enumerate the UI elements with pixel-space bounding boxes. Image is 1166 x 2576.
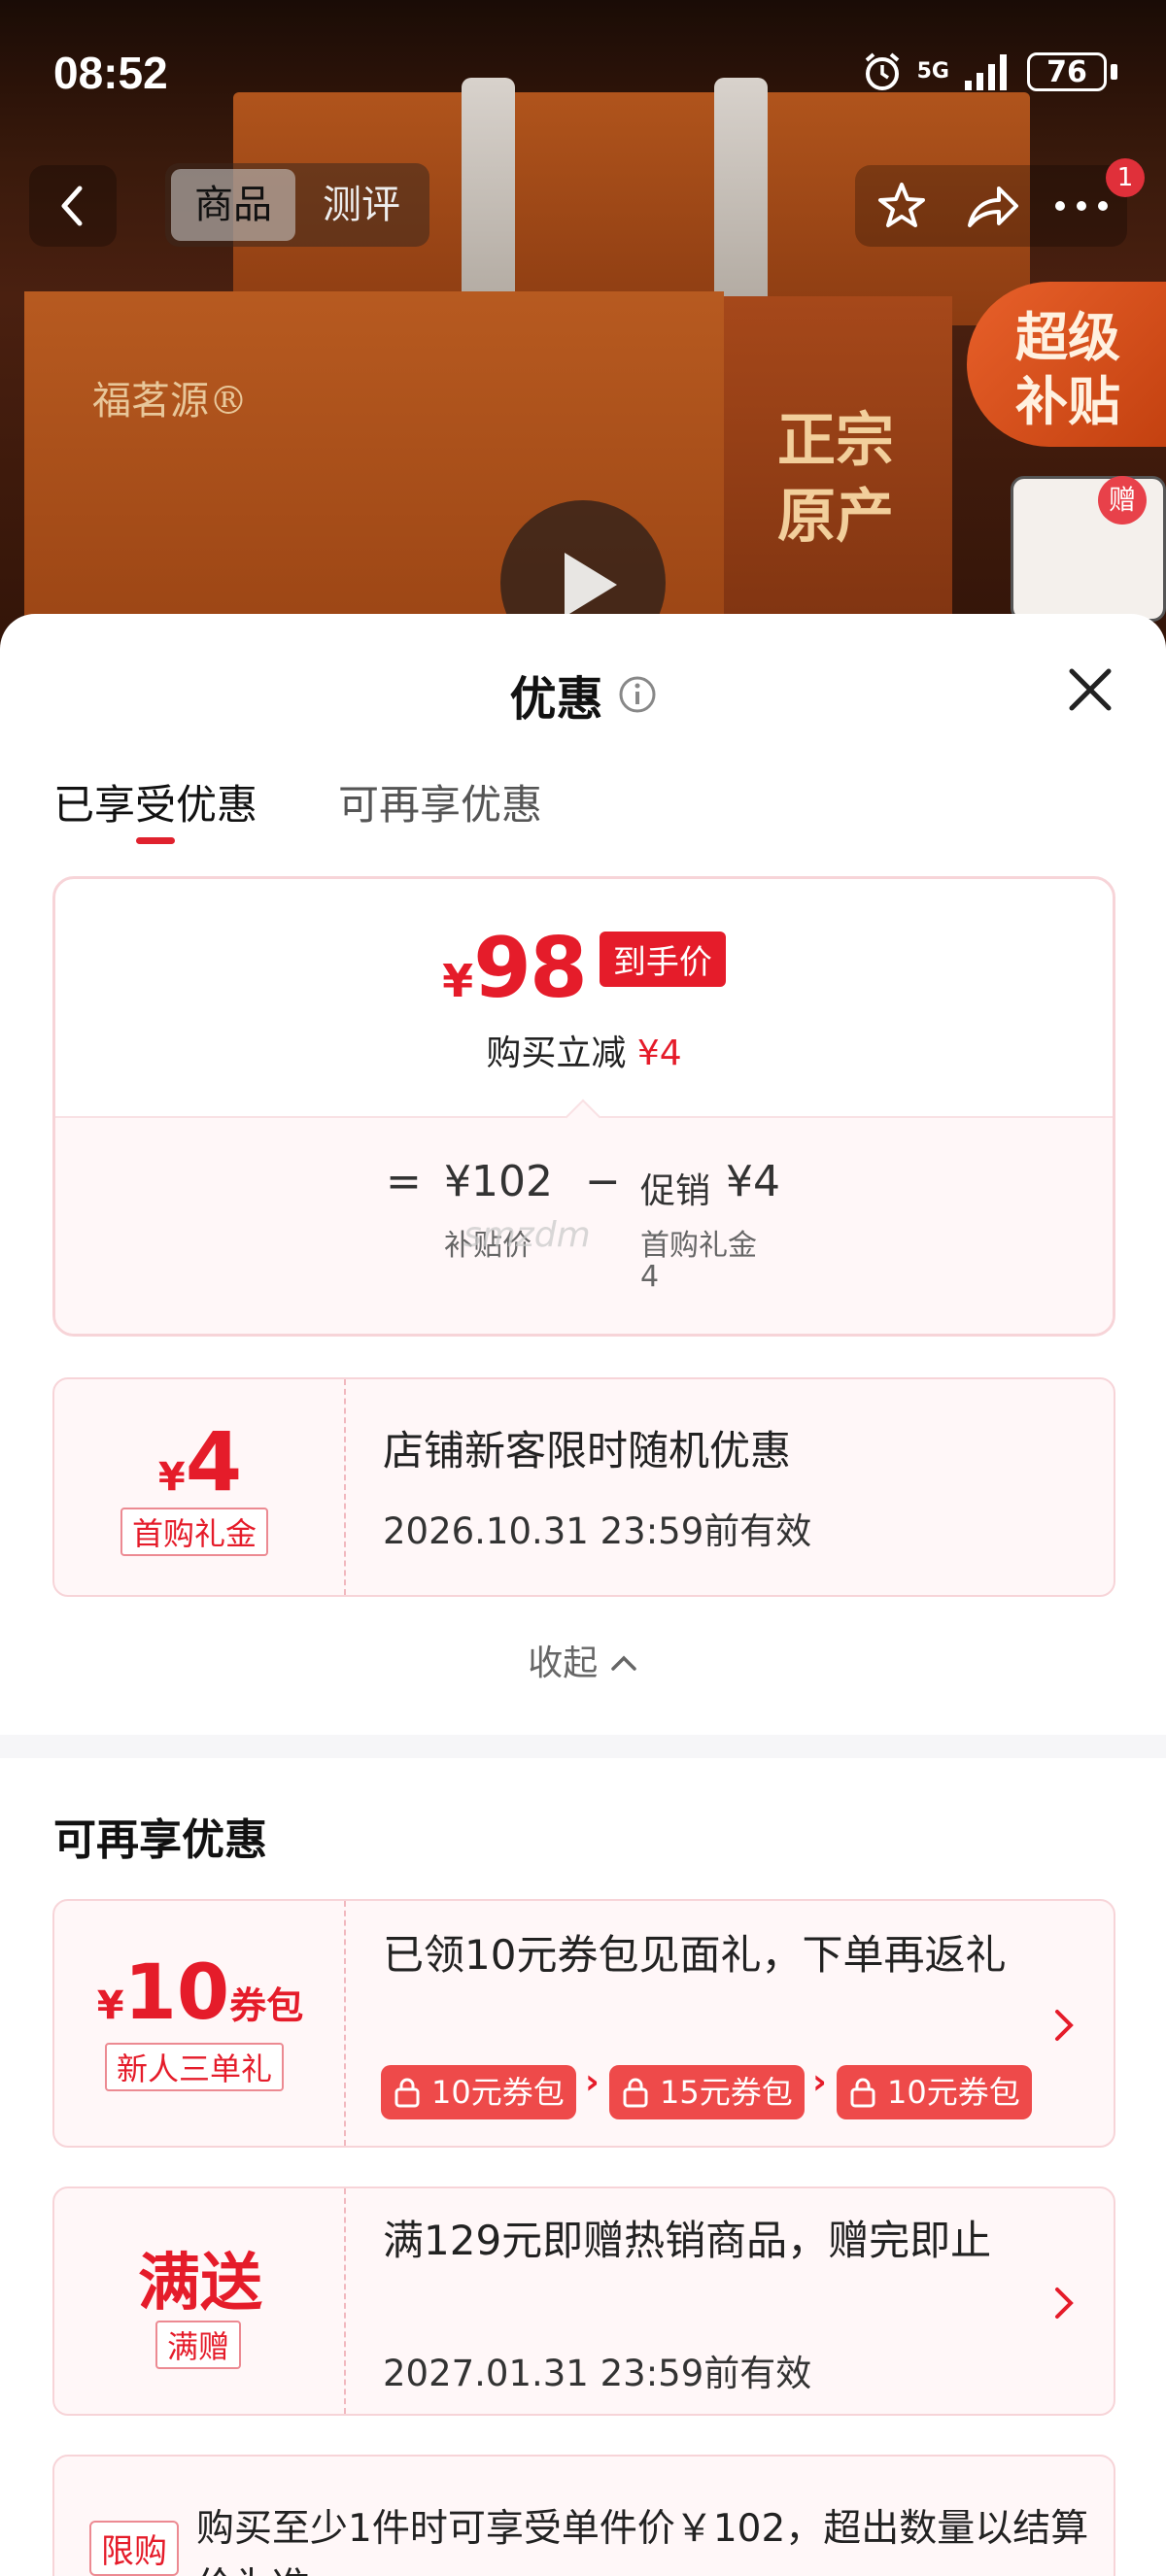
nav-actions (855, 165, 1127, 247)
instant-reduction: 购买立减 ¥4 (55, 1025, 1113, 1075)
equals-sign: = (386, 1157, 422, 1206)
coupon-tag: 首购礼金 (120, 1508, 269, 1556)
chevron-left-icon (61, 186, 83, 226)
subsidy-badge: 超级补贴 (1015, 307, 1120, 432)
sheet-title: 优惠 (509, 672, 603, 727)
status-icons: 5G 76 (861, 51, 1117, 93)
signal-icon (965, 54, 1007, 90)
coupon-pack-amount-row: ¥10券包 (54, 1949, 346, 2037)
lock-icon (394, 2078, 420, 2108)
promo-amount: ¥4 (726, 1157, 780, 1206)
price-summary-card: ¥98 到手价 购买立减 ¥4 = ¥102 − 促销 ¥4 补贴价 首购礼金 4… (52, 876, 1115, 1337)
coupon-title: 店铺新客限时随机优惠 (383, 1427, 792, 1474)
reduce-label: 购买立减 (486, 1034, 627, 1073)
promo-sub-label: 首购礼金 (640, 1229, 757, 1263)
final-price-tag: 到手价 (599, 932, 726, 987)
tab-enjoyed-discounts[interactable]: 已享受优惠 (53, 772, 257, 831)
close-icon[interactable] (1064, 663, 1116, 716)
share-icon (967, 186, 1018, 227)
more-notification-badge: 1 (1106, 158, 1145, 197)
final-price-row: ¥98 到手价 (55, 920, 1113, 1017)
box-side-text: 正宗原产 (777, 407, 894, 551)
tab-review[interactable]: 测评 (299, 169, 424, 241)
gift-validity: 2027.01.31 23:59前有效 (383, 2353, 812, 2394)
more-discounts-title: 可再享优惠 (53, 1815, 267, 1865)
currency-symbol: ¥ (442, 955, 474, 1007)
coupon-validity: 2026.10.31 23:59前有效 (383, 1510, 812, 1552)
network-type: 5G (916, 59, 949, 84)
active-tab-indicator (136, 837, 175, 844)
brand-logo-text: 福茗源® (92, 379, 248, 424)
chevron-up-icon (610, 1655, 636, 1671)
coupon-pack-title: 已领10元券包见面礼，下单再返礼 (383, 1931, 1007, 1979)
favorite-button[interactable] (860, 165, 943, 247)
enjoyed-coupon-card: ¥4 首购礼金 店铺新客限时随机优惠 2026.10.31 23:59前有效 (52, 1377, 1115, 1597)
alarm-icon (865, 52, 899, 90)
promo-sub-value: 4 (640, 1260, 660, 1294)
status-bar: 08:52 5G 76 (0, 0, 1166, 146)
minus-sign: − (585, 1157, 621, 1206)
battery-indicator: 76 (1027, 52, 1107, 91)
tab-product[interactable]: 商品 (171, 169, 295, 241)
section-divider (0, 1735, 1166, 1758)
lock-icon (623, 2078, 648, 2108)
pill-arrow-1: › (585, 2062, 600, 2102)
gift-tag: 满赠 (155, 2321, 242, 2369)
coupon-currency: ¥ (157, 1455, 186, 1500)
sheet-header: 优惠 (0, 661, 1166, 729)
gift-big-label: 满送 (138, 2248, 262, 2320)
watermark: smzdm (463, 1215, 591, 1255)
coupon-pill-label: 10元券包 (887, 2074, 1020, 2111)
reduce-amount: ¥4 (636, 1034, 682, 1073)
screen: 福茗源® 正宗原产 超级补贴 赠 08:52 5G 76 商品 测评 1 优惠 … (0, 0, 1166, 2576)
coupon-pack-currency: ¥ (96, 1983, 124, 2028)
coupon-pack-unit: 券包 (229, 1984, 304, 2027)
limit-tag: 限购 (89, 2521, 179, 2576)
collapse-label: 收起 (528, 1644, 599, 1683)
base-price: ¥102 (444, 1157, 553, 1206)
gift-badge: 赠 (1098, 476, 1147, 525)
collapse-button[interactable]: 收起 (0, 1635, 1166, 1685)
limit-text: 购买至少1件时可享受单件价￥102，超出数量以结算价为准 (196, 2507, 1089, 2576)
coupon-pill-1: 10元券包 (381, 2065, 576, 2119)
chevron-right-icon (1055, 2010, 1074, 2041)
pill-arrow-2: › (812, 2062, 827, 2102)
gift-title: 满129元即赠热销商品，赠完即止 (383, 2217, 992, 2264)
coupon-pill-3: 10元券包 (837, 2065, 1032, 2119)
lock-icon (850, 2078, 875, 2108)
coupon-pack-tag: 新人三单礼 (105, 2043, 285, 2091)
coupon-pill-label: 15元券包 (660, 2074, 793, 2111)
more-dots-icon (1054, 201, 1108, 211)
status-time: 08:52 (53, 48, 168, 98)
coupon-pill-label: 10元券包 (431, 2074, 565, 2111)
share-button[interactable] (950, 165, 1033, 247)
coupon-pill-2: 15元券包 (609, 2065, 805, 2119)
star-icon (877, 183, 925, 227)
tab-more-discounts[interactable]: 可再享优惠 (338, 772, 542, 831)
free-gift-card[interactable]: 满送 满赠 满129元即赠热销商品，赠完即止 2027.01.31 23:59前… (52, 2186, 1115, 2416)
info-icon[interactable] (618, 675, 657, 714)
coupon-pack-amount: 10 (123, 1949, 230, 2037)
nav-tabs: 商品 测评 (165, 163, 429, 247)
promo-label: 促销 (640, 1171, 711, 1211)
final-price: 98 (473, 920, 588, 1017)
coupon-amount: 4 (185, 1414, 243, 1509)
coupon-amount-row: ¥4 (54, 1414, 346, 1509)
play-icon (565, 553, 617, 617)
chevron-right-icon (1055, 2288, 1074, 2319)
back-button[interactable] (29, 165, 117, 247)
battery-tip (1111, 64, 1117, 80)
